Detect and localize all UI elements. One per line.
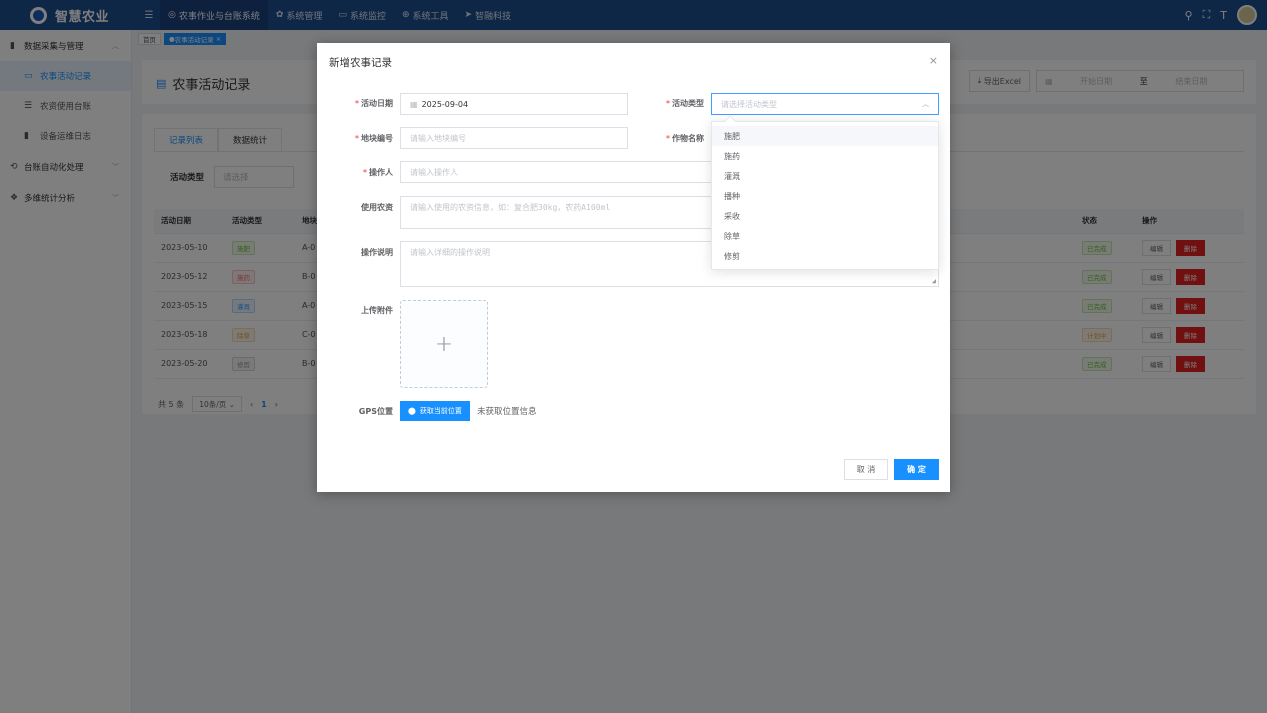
chevron-up-icon: ︿: [922, 100, 929, 108]
calendar-icon: ▦: [410, 99, 418, 109]
date-label: * 活动日期: [354, 99, 393, 108]
activity-type-select[interactable]: 请选择活动类型 ︿: [711, 93, 939, 115]
description-placeholder: 请输入详细的操作说明: [410, 248, 490, 257]
dropdown-option[interactable]: 播种: [712, 186, 938, 206]
dropdown-option[interactable]: 采收: [712, 206, 938, 226]
location-pin-icon: ⬤: [408, 407, 416, 415]
type-label: * 活动类型: [665, 99, 704, 108]
upload-area[interactable]: +: [400, 300, 488, 388]
activity-date-value: 2025-09-04: [421, 99, 469, 109]
type-label-text: 活动类型: [672, 99, 704, 108]
plot-label: * 地块编号: [354, 134, 393, 143]
confirm-button[interactable]: 确 定: [894, 459, 939, 480]
gps-label: GPS位置: [358, 407, 393, 416]
crop-label: * 作物名称: [665, 134, 704, 143]
activity-type-placeholder: 请选择活动类型: [721, 99, 777, 109]
dropdown-option[interactable]: 灌溉: [712, 166, 938, 186]
gps-status-text: 未获取位置信息: [477, 407, 537, 417]
dialog-title: 新增农事记录: [329, 57, 392, 69]
material-label: 使用农资: [361, 203, 393, 212]
crop-label-text: 作物名称: [672, 134, 704, 143]
get-location-label: 获取当前位置: [419, 407, 462, 415]
material-placeholder: 请输入使用的农资信息，如：复合肥30kg，农药A100ml: [410, 203, 611, 212]
date-label-text: 活动日期: [361, 99, 393, 108]
activity-date-input[interactable]: ▦ 2025-09-04: [400, 93, 628, 115]
resize-handle-icon[interactable]: ◢: [932, 277, 936, 285]
description-label: 操作说明: [361, 248, 393, 257]
dropdown-option[interactable]: 除草: [712, 226, 938, 246]
close-icon[interactable]: ×: [929, 54, 938, 67]
plot-number-input[interactable]: 请输入地块编号: [400, 127, 628, 149]
activity-type-dropdown: 施肥 施药 灌溉 播种 采收 除草 修剪: [711, 115, 939, 270]
dropdown-option[interactable]: 修剪: [712, 246, 938, 266]
plot-label-text: 地块编号: [361, 134, 393, 143]
plus-icon: +: [434, 331, 454, 357]
upload-label: 上传附件: [361, 306, 393, 315]
operator-label-text: 操作人: [369, 168, 393, 177]
dropdown-option[interactable]: 施药: [712, 146, 938, 166]
operator-label: * 操作人: [362, 168, 393, 177]
cancel-button[interactable]: 取 消: [844, 459, 888, 480]
get-location-button[interactable]: ⬤ 获取当前位置: [400, 401, 470, 421]
dropdown-option[interactable]: 施肥: [712, 126, 938, 146]
